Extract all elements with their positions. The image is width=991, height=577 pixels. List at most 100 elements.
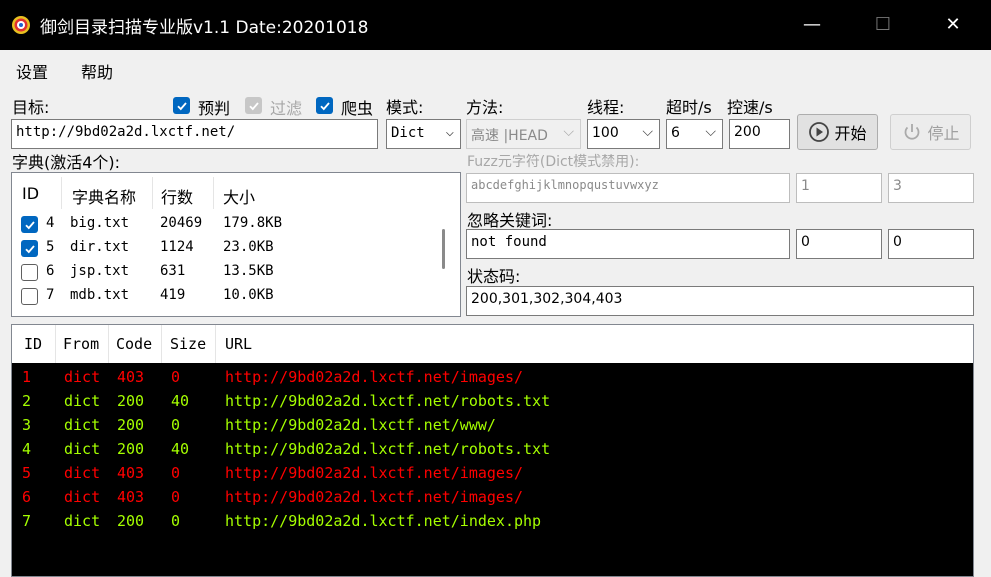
dict-checkbox[interactable] — [21, 264, 38, 281]
dict-scrollbar[interactable] — [442, 229, 445, 269]
result-from: dict — [64, 368, 101, 386]
dict-row[interactable]: 6 jsp.txt 631 13.5KB — [12, 261, 434, 285]
result-from: dict — [64, 488, 101, 506]
menu-help[interactable]: 帮助 — [81, 59, 113, 83]
result-id: 7 — [22, 512, 32, 530]
result-id: 6 — [22, 488, 32, 506]
dict-name: dir.txt — [70, 239, 130, 255]
result-row[interactable]: 7 dict 200 0 http://9bd02a2d.lxctf.net/index… — [12, 509, 973, 533]
result-row[interactable]: 5 dict 403 0 http://9bd02a2d.lxctf.net/image… — [12, 461, 973, 485]
result-size: 0 — [171, 512, 181, 530]
prejudge-checkbox[interactable] — [173, 97, 190, 114]
result-code: 200 — [117, 512, 145, 530]
result-url[interactable]: http://9bd02a2d.lxctf.net/images/ — [225, 368, 523, 386]
fuzz-min-input: 1 — [796, 173, 882, 203]
result-url[interactable]: http://9bd02a2d.lxctf.net/robots.txt — [225, 440, 550, 458]
status-codes-input[interactable]: 200,301,302,304,403 — [466, 286, 974, 316]
mode-select[interactable]: Dict ⌵ — [386, 119, 461, 149]
app-target-icon — [12, 16, 30, 34]
result-url[interactable]: http://9bd02a2d.lxctf.net/www/ — [225, 416, 496, 434]
dict-col-name: 字典名称 — [72, 188, 137, 207]
start-button[interactable]: 开始 — [797, 114, 878, 150]
check-icon — [319, 101, 330, 110]
check-icon — [176, 101, 187, 110]
result-code: 403 — [117, 464, 145, 482]
close-button[interactable]: ✕ — [922, 0, 984, 50]
result-from: dict — [64, 440, 101, 458]
result-url[interactable]: http://9bd02a2d.lxctf.net/images/ — [225, 464, 523, 482]
fuzz-max-input: 3 — [888, 173, 974, 203]
result-from: dict — [64, 512, 101, 530]
dict-label: 字典(激活4个): — [12, 153, 121, 172]
check-icon — [24, 220, 35, 229]
crawler-checkbox[interactable] — [316, 97, 333, 114]
result-id: 1 — [22, 368, 32, 386]
timeout-select[interactable]: 6 ⌵ — [666, 119, 723, 149]
dict-name: jsp.txt — [70, 263, 130, 279]
speed-input[interactable]: 200 — [729, 119, 790, 149]
threads-select[interactable]: 100 ⌵ — [587, 119, 660, 149]
method-select: 高速 |HEAD ⌵ — [466, 119, 581, 149]
dict-size: 10.0KB — [223, 287, 274, 303]
dict-lines: 631 — [160, 263, 186, 279]
results-table: ID From Code Size URL 1 dict 403 0 http://9b… — [11, 324, 974, 577]
result-code: 200 — [117, 440, 145, 458]
result-code: 403 — [117, 368, 145, 386]
result-row[interactable]: 1 dict 403 0 http://9bd02a2d.lxctf.net/image… — [12, 365, 973, 389]
result-from: dict — [64, 464, 101, 482]
start-label: 开始 — [834, 124, 867, 143]
dict-row[interactable]: 5 dir.txt 1124 23.0KB — [12, 237, 434, 261]
result-row[interactable]: 4 dict 200 40 http://9bd02a2d.lxctf.net/robo… — [12, 437, 973, 461]
chevron-down-icon: ⌵ — [563, 124, 574, 140]
dict-id: 7 — [46, 287, 55, 303]
dict-name: mdb.txt — [70, 287, 130, 303]
result-row[interactable]: 3 dict 200 0 http://9bd02a2d.lxctf.net/www/ — [12, 413, 973, 437]
minimize-icon: — — [803, 14, 821, 35]
method-label: 方法: — [466, 98, 504, 117]
power-icon — [905, 124, 920, 140]
filter-label: 过滤 — [270, 99, 303, 118]
check-icon — [24, 244, 35, 253]
window-title: 御剑目录扫描专业版v1.1 Date:20201018 — [40, 18, 369, 38]
menu-settings[interactable]: 设置 — [16, 59, 48, 83]
check-icon — [248, 101, 259, 110]
maximize-button[interactable]: ☐ — [852, 0, 914, 50]
target-input[interactable]: http://9bd02a2d.lxctf.net/ — [11, 119, 378, 149]
timeout-value: 6 — [671, 125, 680, 141]
threads-label: 线程: — [587, 98, 625, 117]
result-from: dict — [64, 416, 101, 434]
dict-lines: 419 — [160, 287, 186, 303]
result-row[interactable]: 6 dict 403 0 http://9bd02a2d.lxctf.net/image… — [12, 485, 973, 509]
chevron-down-icon: ⌵ — [705, 124, 716, 140]
dict-id: 6 — [46, 263, 55, 279]
dict-col-lines: 行数 — [161, 188, 194, 207]
target-label: 目标: — [12, 98, 50, 117]
dict-checkbox[interactable] — [21, 288, 38, 305]
ignore-b-input[interactable]: 0 — [888, 229, 974, 259]
crawler-label: 爬虫 — [341, 99, 374, 118]
dict-id: 5 — [46, 239, 55, 255]
ignore-label: 忽略关键词: — [467, 211, 553, 230]
dict-list: ID 字典名称 行数 大小 4 big.txt 20469 179.8KB 5 dir.t… — [11, 172, 461, 317]
stop-button: 停止 — [890, 114, 971, 150]
result-url[interactable]: http://9bd02a2d.lxctf.net/index.php — [225, 512, 541, 530]
timeout-label: 超时/s — [666, 98, 712, 117]
dict-checkbox[interactable] — [21, 216, 38, 233]
result-row[interactable]: 2 dict 200 40 http://9bd02a2d.lxctf.net/robo… — [12, 389, 973, 413]
fuzz-input: abcdefghijklmnopqustuvwxyz — [466, 173, 790, 203]
ignore-a-input[interactable]: 0 — [796, 229, 882, 259]
result-url[interactable]: http://9bd02a2d.lxctf.net/robots.txt — [225, 392, 550, 410]
filter-checkbox — [245, 97, 262, 114]
dict-row[interactable]: 7 mdb.txt 419 10.0KB — [12, 285, 434, 309]
dict-row[interactable]: 4 big.txt 20469 179.8KB — [12, 213, 434, 237]
result-size: 0 — [171, 488, 181, 506]
dict-checkbox[interactable] — [21, 240, 38, 257]
result-id: 4 — [22, 440, 32, 458]
dict-size: 23.0KB — [223, 239, 274, 255]
speed-label: 控速/s — [727, 98, 773, 117]
close-icon: ✕ — [945, 14, 961, 35]
minimize-button[interactable]: — — [781, 0, 843, 50]
ignore-input[interactable]: not found — [466, 229, 790, 259]
result-code: 403 — [117, 488, 145, 506]
result-url[interactable]: http://9bd02a2d.lxctf.net/images/ — [225, 488, 523, 506]
